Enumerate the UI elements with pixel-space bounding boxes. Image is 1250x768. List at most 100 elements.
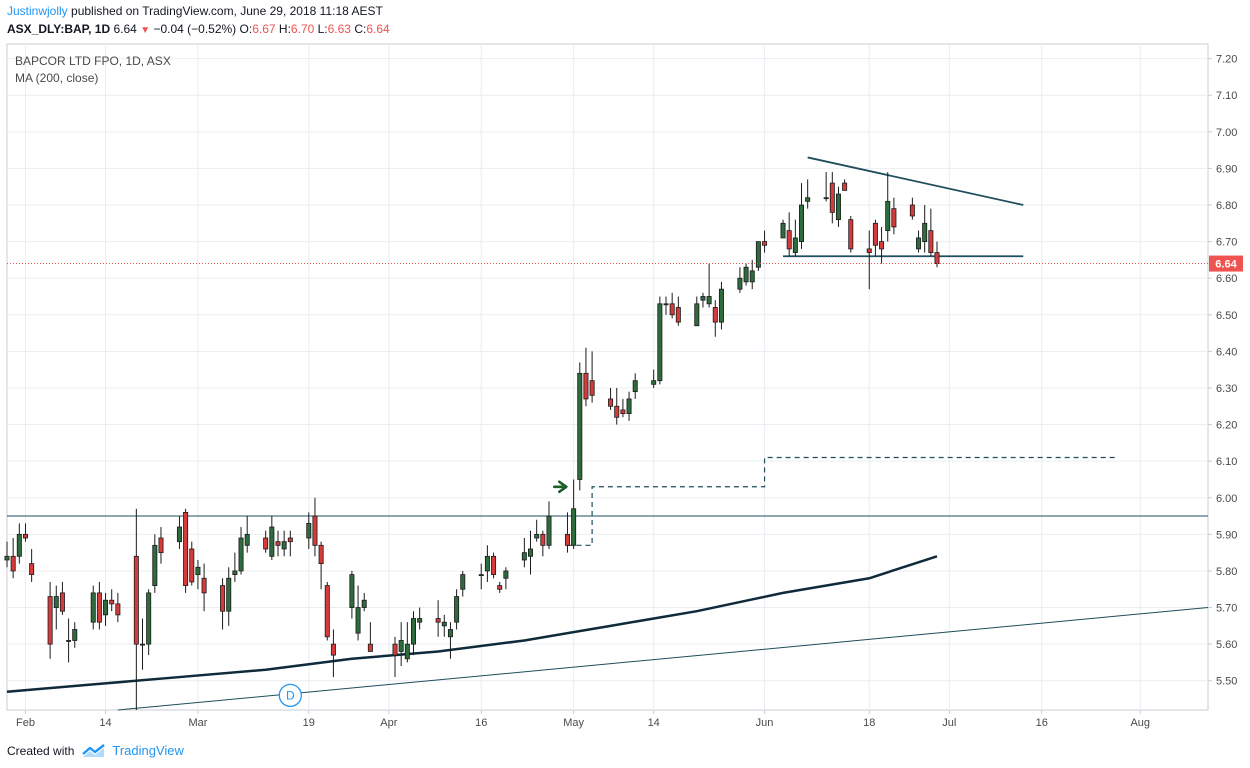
y-tick-label: 6.60 [1216,273,1237,285]
candle-down [614,405,620,418]
candle-down [786,230,792,250]
candle-up [805,197,811,202]
candle-up [577,372,583,480]
candle-up [398,640,404,652]
candle-down [891,208,897,228]
candle-up [4,555,10,561]
x-tick-label: 18 [863,717,875,729]
candle-down [189,548,195,583]
candle-up [651,380,657,385]
candle-up [53,596,59,608]
candle-down [842,182,848,191]
y-tick-label: 6.20 [1216,420,1237,432]
candle-up [226,577,232,612]
candle-up [916,237,922,250]
candle-down [263,537,269,550]
candle-up [484,555,490,572]
chart-legend-ma: MA (200, close) [15,71,99,85]
candle-up [626,398,632,414]
candle-down [669,303,675,316]
candle-down [848,219,854,250]
candle-down [115,603,121,616]
candle-up [417,618,423,623]
candle-up [361,599,367,608]
last-price-badge-label: 6.64 [1215,259,1237,271]
candle-up [460,574,466,590]
candle-up [441,621,447,627]
candle-up [176,526,182,543]
candle-up [244,533,250,546]
candle-down [879,241,885,250]
candle-up [404,643,410,660]
y-tick-label: 7.00 [1216,127,1237,139]
candle-down [712,307,718,323]
candle-down [872,222,878,246]
candle-up [718,288,724,323]
candle-up [743,266,749,283]
candle-up [528,548,534,557]
candle-up [478,574,484,577]
candle-down [909,204,915,217]
x-tick-label: 19 [303,717,315,729]
candle-down [762,241,768,246]
candle-up [799,204,805,243]
candle-up [503,570,509,579]
candle-up [140,643,145,646]
tradingview-brand-link[interactable]: TradingView [112,743,184,758]
candle-down [287,537,293,543]
candle-down [866,248,872,253]
x-tick-label: 14 [99,717,111,729]
candle-down [934,252,940,264]
candle-up [103,599,109,616]
y-tick-label: 6.70 [1216,237,1237,249]
y-tick-label: 6.10 [1216,456,1237,468]
candle-up [410,618,416,645]
candle-up [835,193,841,221]
candle-up [146,592,152,645]
y-tick-label: 5.90 [1216,529,1237,541]
x-tick-label: Jul [942,717,956,729]
candle-up [447,629,453,638]
candle-down [158,537,164,554]
y-tick-label: 6.30 [1216,383,1237,395]
y-tick-label: 7.20 [1216,54,1237,66]
candle-up [792,237,798,253]
candle-down [620,409,626,414]
candle-down [589,380,595,396]
candle-down [133,555,139,645]
candle-up [195,566,201,576]
candle-down [29,563,35,576]
candle-down [201,577,207,594]
candle-up [281,541,287,550]
candle-up [355,607,361,634]
plot-area [6,43,1209,711]
candle-up [885,200,891,232]
candle-up [534,533,540,539]
created-with-label: Created with [7,743,75,758]
price-chart[interactable]: 5.50 5.60 5.70 5.80 5.90 6.00 6.10 6.20 6.30 6.40… [0,0,1250,740]
candle-up [269,526,275,557]
y-tick-label: 7.10 [1216,90,1237,102]
candle-down [96,592,102,623]
dividend-marker-label: D [286,688,295,702]
candle-down [109,599,115,605]
candle-down [497,585,503,590]
candle-down [392,643,398,656]
candle-up [749,270,755,283]
y-tick-label: 6.80 [1216,200,1237,212]
candle-down [583,372,589,400]
candle-up [349,574,355,608]
candle-up [922,222,928,243]
candle-down [435,618,441,623]
candle-up [90,592,96,623]
y-tick-label: 5.60 [1216,639,1237,651]
candle-down [220,585,226,612]
y-tick-label: 6.50 [1216,310,1237,322]
x-tick-label: Jun [756,717,774,729]
candle-up [521,552,527,561]
candle-down [540,533,546,546]
candle-up [823,197,829,200]
y-tick-label: 5.80 [1216,566,1237,578]
candle-up [632,380,638,393]
candle-up [657,303,663,382]
